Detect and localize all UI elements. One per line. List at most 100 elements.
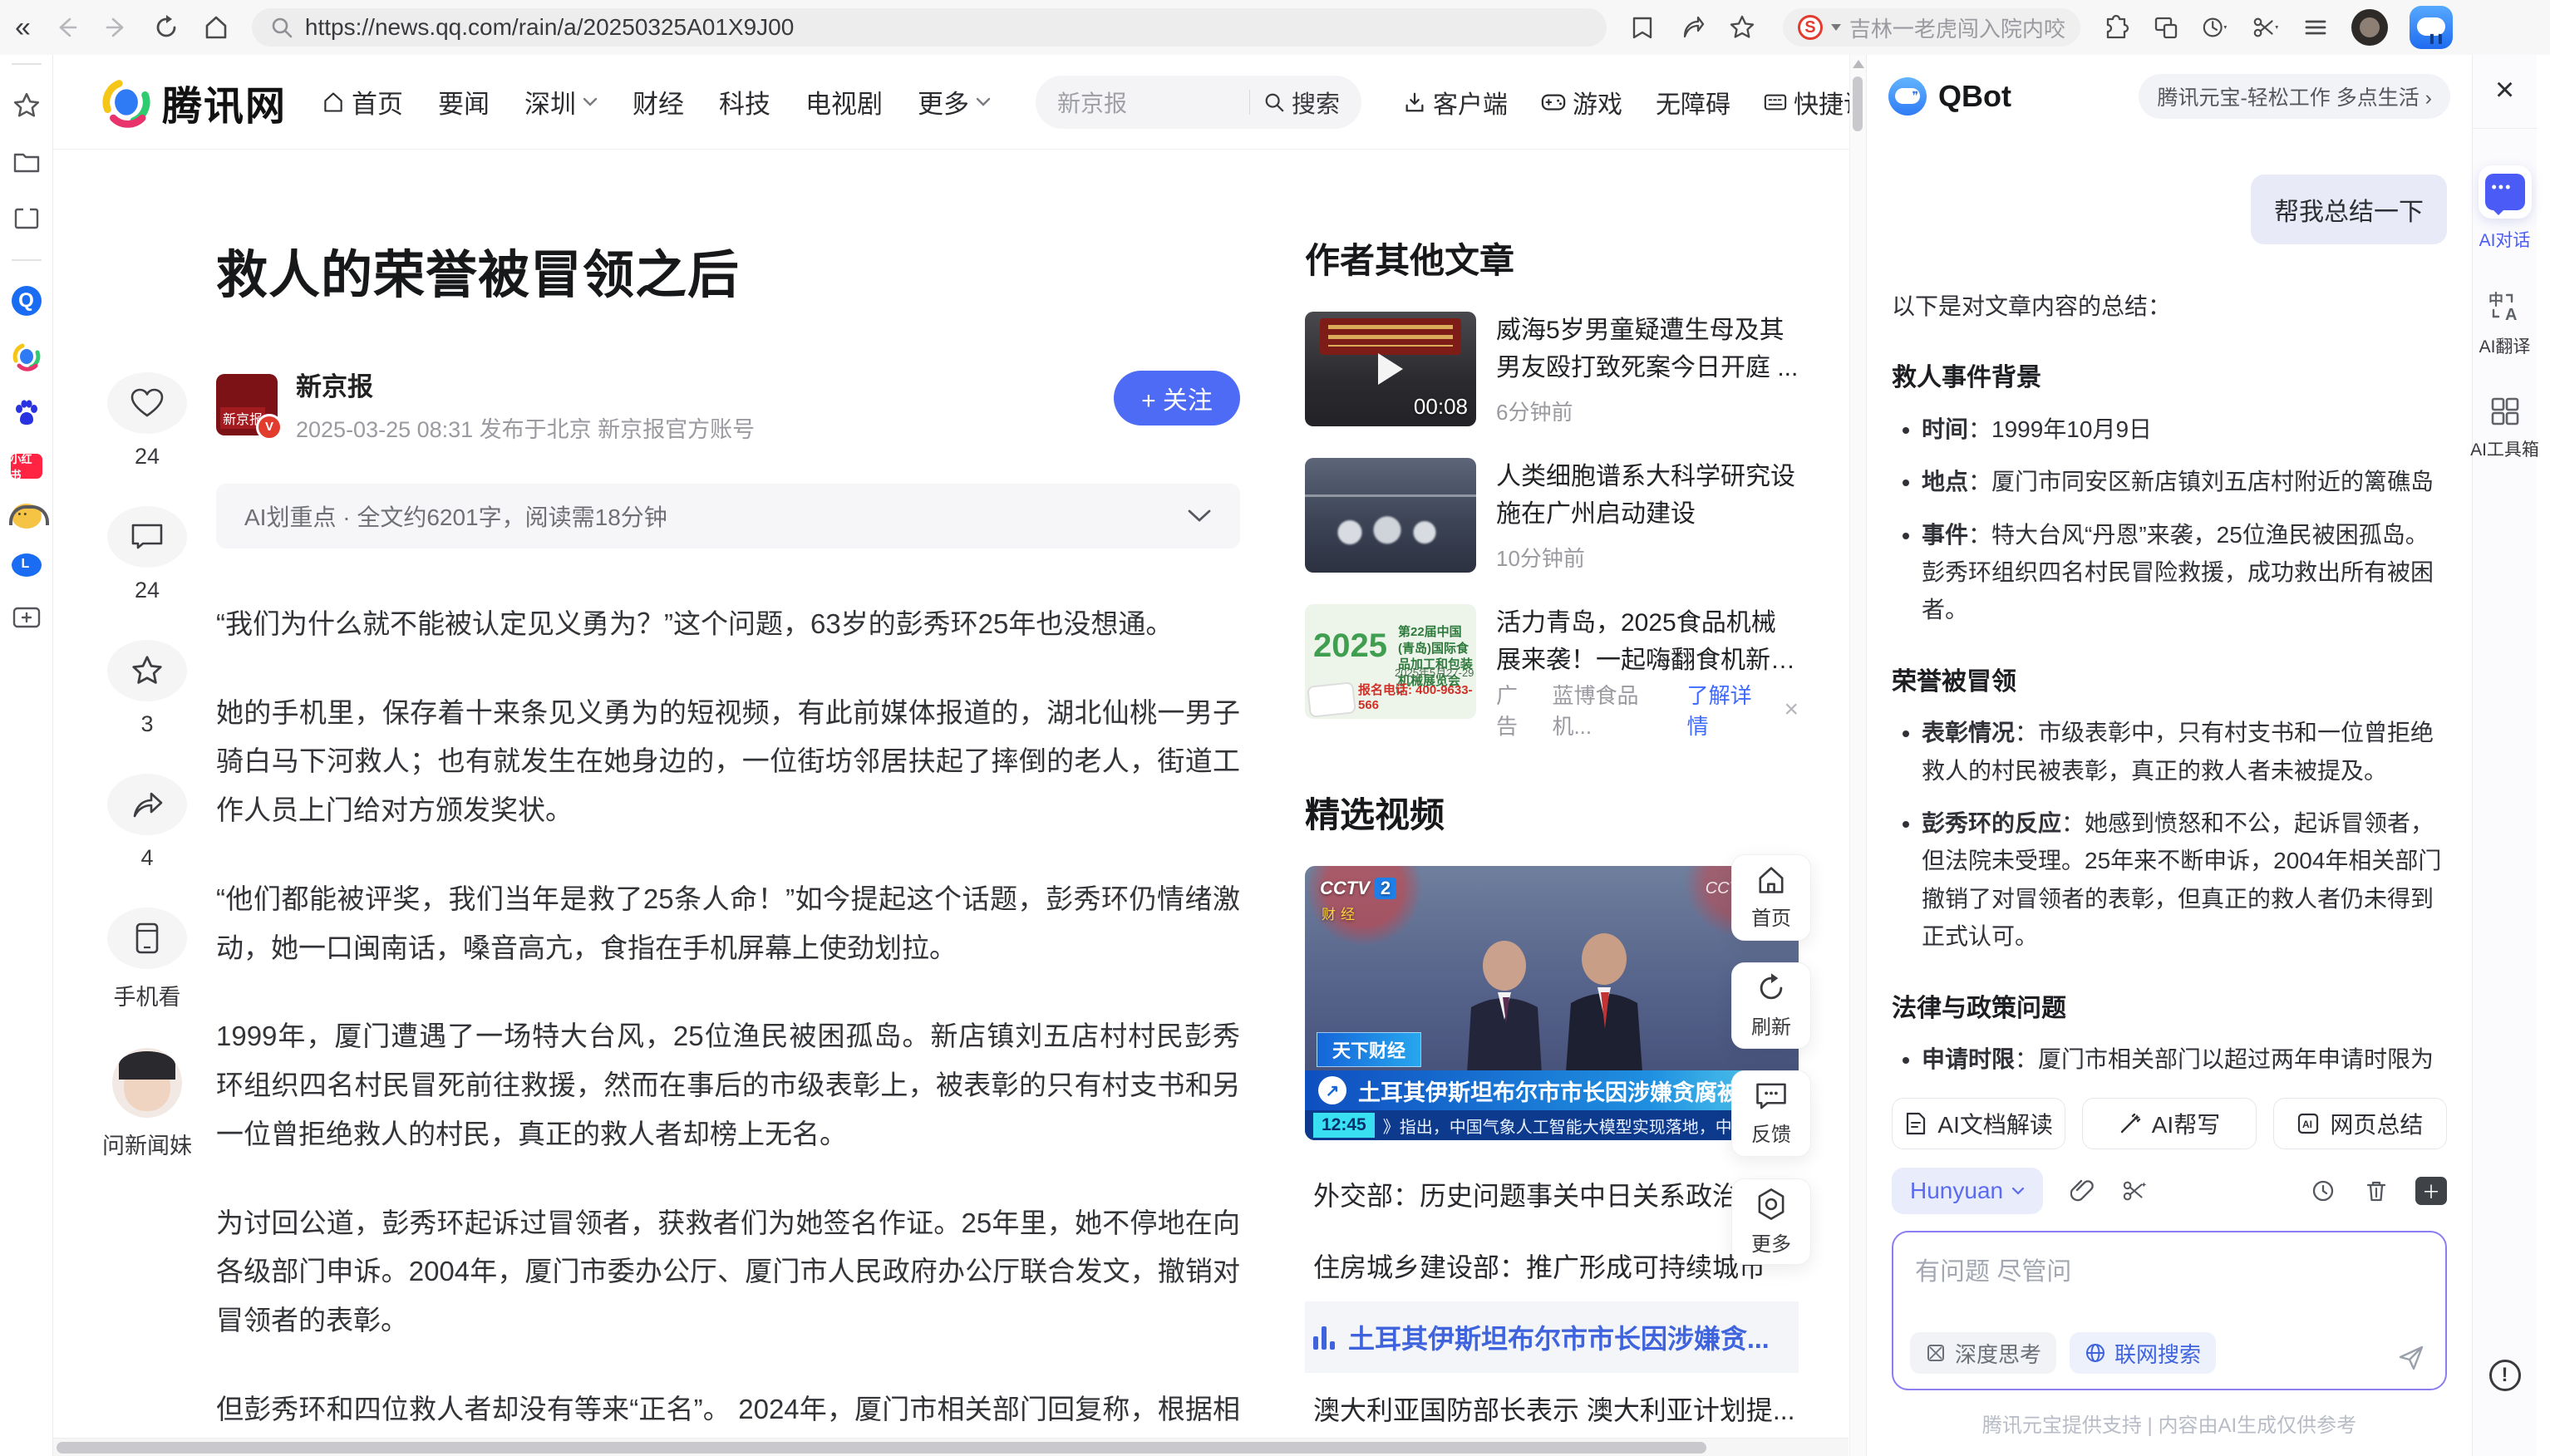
- video-thumbnail[interactable]: 00:08: [1305, 312, 1476, 426]
- author-article-item[interactable]: 人类细胞谱系大科学研究设施在广州启动建设 10分钟前: [1305, 458, 1799, 573]
- tencent-logo[interactable]: 腾讯网: [99, 73, 287, 131]
- favorite-button[interactable]: 3: [107, 640, 187, 737]
- reading-list-icon[interactable]: [1628, 13, 1657, 42]
- send-icon[interactable]: [2397, 1344, 2425, 1372]
- new-chat-icon[interactable]: ＋: [2415, 1177, 2447, 1205]
- comment-button[interactable]: 24: [107, 506, 187, 603]
- tab-ai-translate[interactable]: 中A AI翻译: [2479, 288, 2531, 358]
- video-player[interactable]: CCTV2 财经 CCTV.com 天下财经 ↗: [1305, 866, 1799, 1140]
- star-icon[interactable]: [107, 640, 187, 701]
- menu-icon[interactable]: [2301, 13, 2330, 42]
- tab-ai-chat[interactable]: AI对话: [2479, 165, 2532, 252]
- comment-icon[interactable]: [107, 506, 187, 568]
- nav-item-more[interactable]: 更多: [918, 83, 991, 121]
- mobile-view-button[interactable]: 手机看: [107, 908, 187, 1011]
- site-search[interactable]: 新京报 搜索: [1036, 76, 1361, 129]
- video-list-item-active[interactable]: 土耳其伊斯坦布尔市市长因涉嫌贪...: [1305, 1301, 1799, 1373]
- baidu-site-icon[interactable]: [11, 397, 42, 429]
- hot-search-chip[interactable]: S 吉林一老虎闯入院内咬: [1783, 8, 2080, 47]
- author-article-item[interactable]: 00:08 威海5岁男童疑遭生母及其男友殴打致死案今日开庭 ... 6分钟前: [1305, 312, 1799, 426]
- author-name[interactable]: 新京报: [296, 366, 755, 403]
- listen-book-site-icon[interactable]: [12, 504, 42, 529]
- window-icon[interactable]: [11, 203, 42, 234]
- nav-item-games[interactable]: 游戏: [1541, 84, 1622, 121]
- scroll-up-arrow[interactable]: [1853, 60, 1864, 68]
- tab-ai-toolbox[interactable]: AI工具箱: [2470, 395, 2539, 461]
- folder-icon[interactable]: [11, 146, 42, 178]
- favorites-star-icon[interactable]: [11, 90, 42, 121]
- float-home-button[interactable]: 首页: [1731, 854, 1811, 941]
- assistant-avatar[interactable]: [112, 1048, 182, 1118]
- ad-close-icon[interactable]: ×: [1784, 696, 1799, 724]
- ai-chat-icon[interactable]: [2479, 165, 2532, 219]
- close-icon[interactable]: ×: [2495, 73, 2514, 106]
- forward-icon[interactable]: [102, 13, 130, 42]
- float-more-button[interactable]: 更多: [1731, 1178, 1811, 1265]
- video-list-item[interactable]: 外交部：历史问题事关中日关系政治基: [1305, 1158, 1799, 1230]
- url-text[interactable]: https://news.qq.com/rain/a/20250325A01X9…: [305, 14, 794, 41]
- screenshot-ask-icon[interactable]: [2121, 1177, 2149, 1205]
- yuanbao-promo-pill[interactable]: 腾讯元宝-轻松工作 多点生活 ›: [2139, 74, 2450, 119]
- nav-item-tv[interactable]: 电视剧: [805, 83, 883, 121]
- phone-icon[interactable]: [107, 908, 187, 969]
- history-icon[interactable]: [2309, 1177, 2337, 1205]
- web-search-toggle[interactable]: 联网搜索: [2070, 1332, 2216, 1374]
- clock-site-icon[interactable]: [12, 553, 42, 577]
- article-thumbnail[interactable]: [1305, 458, 1476, 573]
- reload-icon[interactable]: [152, 13, 180, 42]
- history-icon[interactable]: [2202, 13, 2230, 42]
- search-button[interactable]: 搜索: [1263, 85, 1340, 120]
- ad-item[interactable]: 2025 第22届中国(青岛)国际食品加工和包装机械展览会 2025年5月27-…: [1305, 604, 1799, 740]
- page-summary-button[interactable]: AI 网页总结: [2273, 1098, 2447, 1149]
- nav-item-shenzhen[interactable]: 深圳: [524, 83, 598, 121]
- tab-devices-icon[interactable]: [2152, 13, 2180, 42]
- video-list-item[interactable]: 住房城乡建设部：推广形成可持续城市: [1305, 1230, 1799, 1301]
- news-assistant-entry[interactable]: 问新闻妹: [102, 1048, 192, 1160]
- heart-icon[interactable]: [107, 372, 187, 434]
- address-bar[interactable]: https://news.qq.com/rain/a/20250325A01X9…: [252, 8, 1607, 47]
- nav-item-tech[interactable]: 科技: [719, 83, 770, 121]
- add-bookmark-icon[interactable]: [11, 602, 42, 633]
- vertical-scrollbar[interactable]: [1849, 55, 1866, 1456]
- profile-avatar[interactable]: [2351, 9, 2388, 46]
- trash-icon[interactable]: [2362, 1177, 2390, 1205]
- deep-think-toggle[interactable]: 深度思考: [1910, 1332, 2056, 1374]
- hot-search-text[interactable]: 吉林一老虎闯入院内咬: [1849, 12, 2065, 43]
- back-icon[interactable]: [52, 13, 81, 42]
- nav-item-accessibility[interactable]: 无障碍: [1656, 84, 1730, 121]
- info-icon[interactable]: !: [2489, 1360, 2521, 1391]
- model-selector[interactable]: Hunyuan: [1892, 1168, 2043, 1214]
- scissors-icon[interactable]: [2252, 13, 2280, 42]
- qq-site-icon[interactable]: Q: [12, 286, 42, 316]
- bookmark-star-icon[interactable]: [1728, 13, 1756, 42]
- ad-thumbnail[interactable]: 2025 第22届中国(青岛)国际食品加工和包装机械展览会 2025年5月27-…: [1305, 604, 1476, 719]
- follow-button[interactable]: + 关注: [1114, 371, 1240, 425]
- home-icon[interactable]: [202, 13, 230, 42]
- sidebar-collapse-icon[interactable]: «: [15, 13, 31, 42]
- share-icon[interactable]: [107, 774, 187, 835]
- video-list-item[interactable]: 澳大利亚国防部长表示 澳大利亚计划提...: [1305, 1373, 1799, 1444]
- extensions-icon[interactable]: [2102, 13, 2130, 42]
- share-button[interactable]: 4: [107, 774, 187, 871]
- tencent-news-site-icon[interactable]: [11, 341, 42, 372]
- scrollbar-thumb[interactable]: [1853, 76, 1863, 131]
- ad-title[interactable]: 活力青岛，2025食品机械展来袭！一起嗨翻食机新潮...: [1496, 604, 1799, 679]
- horizontal-scrollbar[interactable]: [53, 1438, 1849, 1456]
- ai-doc-read-button[interactable]: AI文档解读: [1892, 1098, 2065, 1149]
- float-refresh-button[interactable]: 刷新: [1731, 962, 1811, 1049]
- like-button[interactable]: 24: [107, 372, 187, 470]
- ad-cta[interactable]: 了解详情: [1687, 679, 1770, 740]
- send-tab-icon[interactable]: [1678, 13, 1706, 42]
- chat-input[interactable]: 有问题 尽管问 深度思考 联网搜索: [1892, 1231, 2447, 1390]
- xiaohongshu-site-icon[interactable]: 小红书: [11, 454, 42, 479]
- article-item-title[interactable]: 人类细胞谱系大科学研究设施在广州启动建设: [1496, 458, 1799, 533]
- article-item-title[interactable]: 威海5岁男童疑遭生母及其男友殴打致死案今日开庭 ...: [1496, 312, 1799, 386]
- qbot-cloud-button[interactable]: [2410, 6, 2453, 49]
- author-avatar[interactable]: [216, 374, 278, 435]
- nav-item-home[interactable]: 首页: [322, 83, 403, 121]
- chevron-down-icon[interactable]: [1187, 509, 1212, 524]
- nav-item-news[interactable]: 要闻: [438, 83, 490, 121]
- float-feedback-button[interactable]: 反馈: [1731, 1070, 1811, 1157]
- nav-item-finance[interactable]: 财经: [633, 83, 684, 121]
- nav-item-client[interactable]: 客户端: [1403, 84, 1508, 121]
